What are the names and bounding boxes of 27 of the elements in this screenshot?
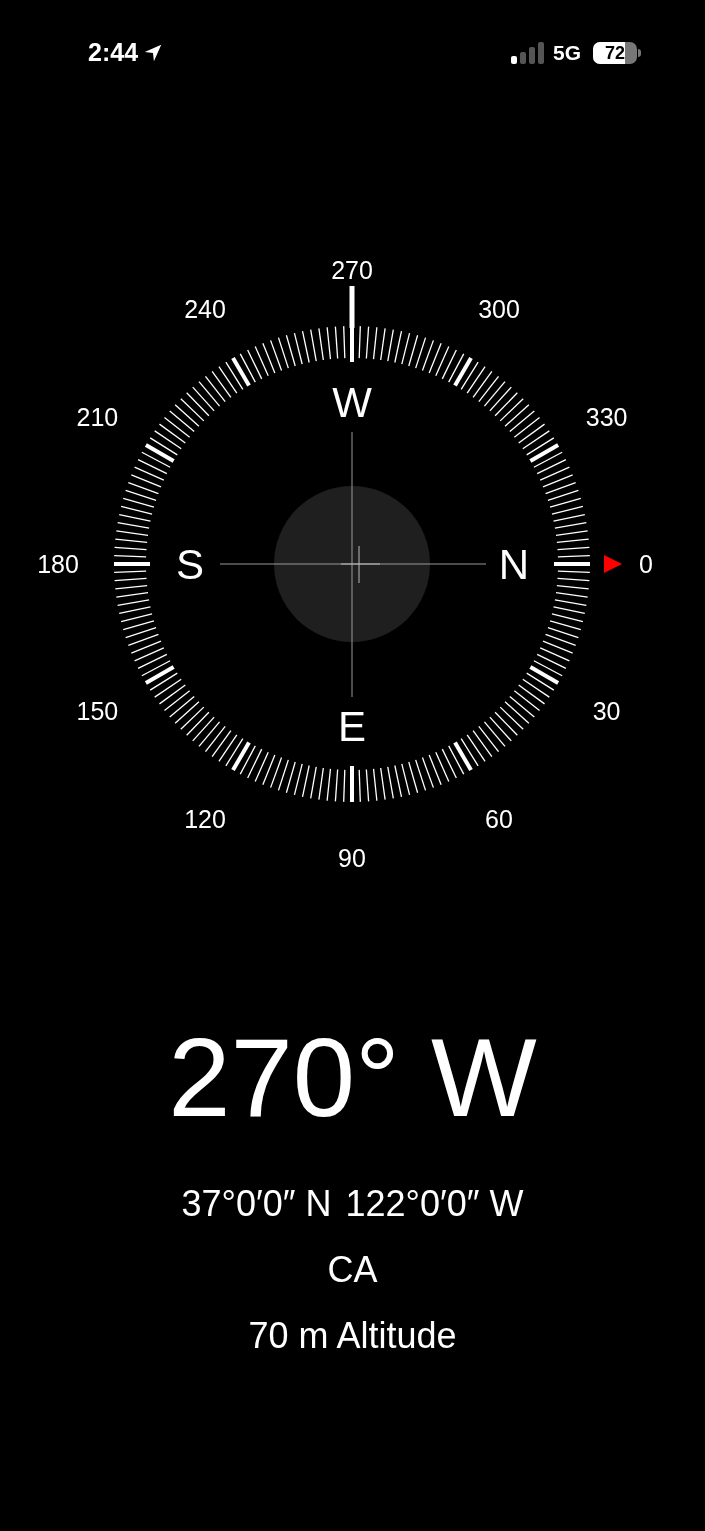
network-type: 5G <box>553 40 581 67</box>
degree-label: 330 <box>585 403 628 431</box>
coordinate: 37°0′0″ N <box>181 1186 332 1222</box>
degree-label: 300 <box>478 295 520 324</box>
signal-icon <box>511 42 545 64</box>
degree-label: 120 <box>184 804 226 833</box>
degree-label: 0 <box>639 550 653 578</box>
heading-marker <box>349 286 355 328</box>
degree-label: 180 <box>37 550 79 578</box>
degree-label: 30 <box>592 697 621 725</box>
cardinal-label: S <box>176 540 204 588</box>
north-pointer-icon <box>604 555 622 573</box>
clock-time: 2:44 <box>88 37 139 69</box>
degree-label: 240 <box>184 295 226 324</box>
degree-label: 60 <box>485 804 513 833</box>
cardinal-label: W <box>332 378 372 426</box>
degree-label: 90 <box>338 844 366 872</box>
heading-reading: 270° W <box>168 1022 537 1134</box>
place-name: CA <box>327 1252 378 1288</box>
degree-label: 270 <box>331 256 373 284</box>
coordinate: 122°0′0″ W <box>345 1186 524 1222</box>
altitude-reading: 70 m Altitude <box>248 1318 457 1354</box>
degree-label: 150 <box>76 697 119 725</box>
cardinal-label: N <box>498 540 530 588</box>
degree-label: 210 <box>76 403 119 431</box>
battery-level: 72 <box>605 42 625 64</box>
cardinal-label: E <box>338 702 366 750</box>
